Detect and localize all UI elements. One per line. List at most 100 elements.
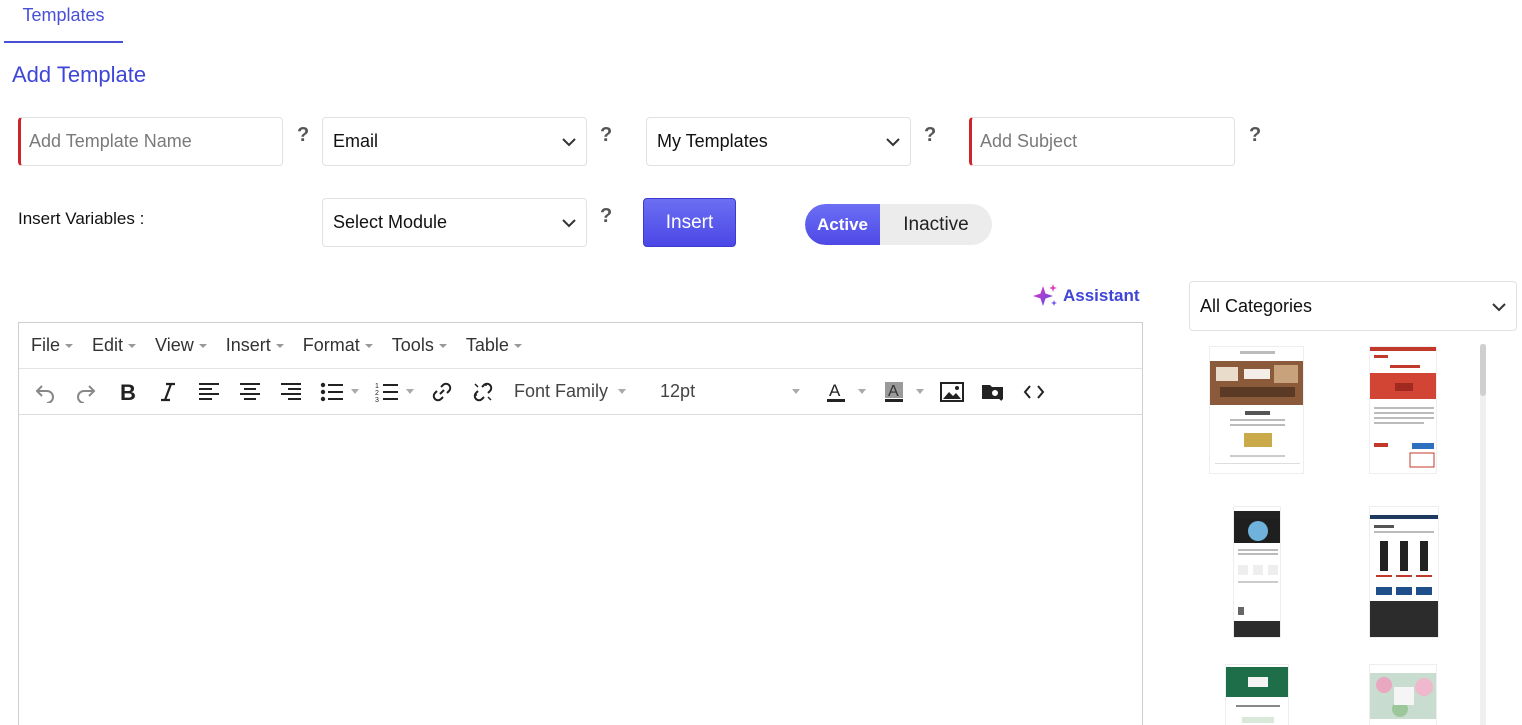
help-icon[interactable]: ? [600,124,612,147]
template-thumbnail[interactable] [1233,506,1281,638]
text-color-icon: A [827,381,846,402]
background-color-button[interactable]: A [878,376,910,408]
align-right-icon [281,382,301,400]
font-family-label: Font Family [514,381,609,401]
active-option[interactable]: Active [805,204,880,245]
undo-button[interactable] [29,376,61,408]
module-select[interactable]: Select Module [322,198,587,247]
caret-down-icon [128,343,137,348]
insert-variables-label: Insert Variables : [18,209,145,228]
chevron-down-icon [886,138,900,147]
inactive-option[interactable]: Inactive [880,204,992,245]
svg-text:A: A [888,383,899,400]
menu-edit[interactable]: Edit [92,335,137,356]
caret-down-icon[interactable] [351,389,359,394]
template-preview-image [1210,347,1303,473]
template-name-input[interactable] [29,131,282,152]
categories-select-value: All Categories [1200,295,1313,316]
font-family-dropdown[interactable]: Font Family [514,381,638,402]
template-thumbnail[interactable] [1209,346,1304,474]
template-thumbnail[interactable] [1369,346,1437,474]
source-code-button[interactable] [1018,376,1050,408]
unlink-button[interactable] [467,376,499,408]
bullet-list-button[interactable] [316,376,348,408]
caret-down-icon[interactable] [406,389,414,394]
template-thumbnail[interactable] [1369,664,1437,725]
folder-select[interactable]: My Templates [646,117,911,166]
redo-icon [77,384,96,403]
subject-field[interactable] [969,117,1235,166]
text-color-button[interactable]: A [820,376,852,408]
italic-icon [161,382,175,401]
editor-toolbar: B 123 Font Family 12pt A A [19,369,1142,415]
caret-down-icon [364,343,373,348]
tab-templates[interactable]: Templates [4,0,123,43]
svg-text:A: A [829,381,841,400]
redo-button[interactable] [70,376,102,408]
font-size-dropdown[interactable]: 12pt [660,381,801,402]
svg-text:B: B [120,381,136,403]
link-button[interactable] [426,376,458,408]
italic-button[interactable] [152,376,184,408]
align-left-icon [199,382,219,400]
align-right-button[interactable] [275,376,307,408]
gallery-scrollbar[interactable] [1480,344,1486,725]
caret-down-icon[interactable] [916,389,925,394]
channel-select-value: Email [333,131,379,151]
rich-text-editor: File Edit View Insert Format Tools Table… [18,322,1143,725]
tab-bar: Templates [4,0,123,43]
template-preview-image [1370,665,1436,725]
menu-view[interactable]: View [155,335,207,356]
caret-down-icon [618,389,627,394]
code-icon [1023,384,1045,399]
menu-insert[interactable]: Insert [226,335,284,356]
template-preview-image [1370,507,1438,637]
menu-format[interactable]: Format [303,335,373,356]
chevron-down-icon [562,138,576,147]
channel-select[interactable]: Email [322,117,587,166]
svg-text:1: 1 [375,383,379,390]
bold-icon: B [120,381,136,403]
undo-icon [35,384,54,403]
assistant-button[interactable]: Assistant [1031,283,1140,309]
caret-down-icon[interactable] [858,389,867,394]
template-thumbnail[interactable] [1225,664,1289,725]
align-center-icon [240,382,260,400]
background-color-icon: A [885,381,904,402]
svg-text:3: 3 [375,397,379,403]
caret-down-icon [438,343,447,348]
sparkle-icon [1033,284,1057,306]
help-icon[interactable]: ? [297,124,309,147]
numbered-list-icon: 123 [375,383,398,403]
subject-input[interactable] [980,131,1234,152]
bold-button[interactable]: B [111,376,143,408]
help-icon[interactable]: ? [924,124,936,147]
insert-image-button[interactable] [936,376,968,408]
chevron-down-icon [562,219,576,228]
menu-file[interactable]: File [31,335,74,356]
file-browser-button[interactable] [977,376,1009,408]
numbered-list-button[interactable]: 123 [371,376,403,408]
caret-down-icon [275,343,284,348]
caret-down-icon [513,343,522,348]
status-toggle[interactable]: Active Inactive [805,204,992,245]
menu-tools[interactable]: Tools [392,335,447,356]
align-center-button[interactable] [234,376,266,408]
gallery-scrollbar-thumb[interactable] [1480,344,1486,396]
template-thumbnail[interactable] [1369,506,1439,638]
assistant-label: Assistant [1063,286,1140,305]
categories-select[interactable]: All Categories [1189,281,1517,331]
module-select-value: Select Module [333,212,448,232]
help-icon[interactable]: ? [600,205,612,228]
insert-button[interactable]: Insert [643,198,736,247]
link-icon [432,382,452,401]
menu-table[interactable]: Table [466,335,522,356]
template-name-field[interactable] [18,117,283,166]
folder-search-icon [982,384,1004,401]
caret-down-icon [65,343,74,348]
editor-content-area[interactable] [19,415,1142,725]
template-gallery [1189,344,1487,725]
help-icon[interactable]: ? [1249,124,1261,147]
align-left-button[interactable] [193,376,225,408]
template-preview-image [1370,347,1436,473]
